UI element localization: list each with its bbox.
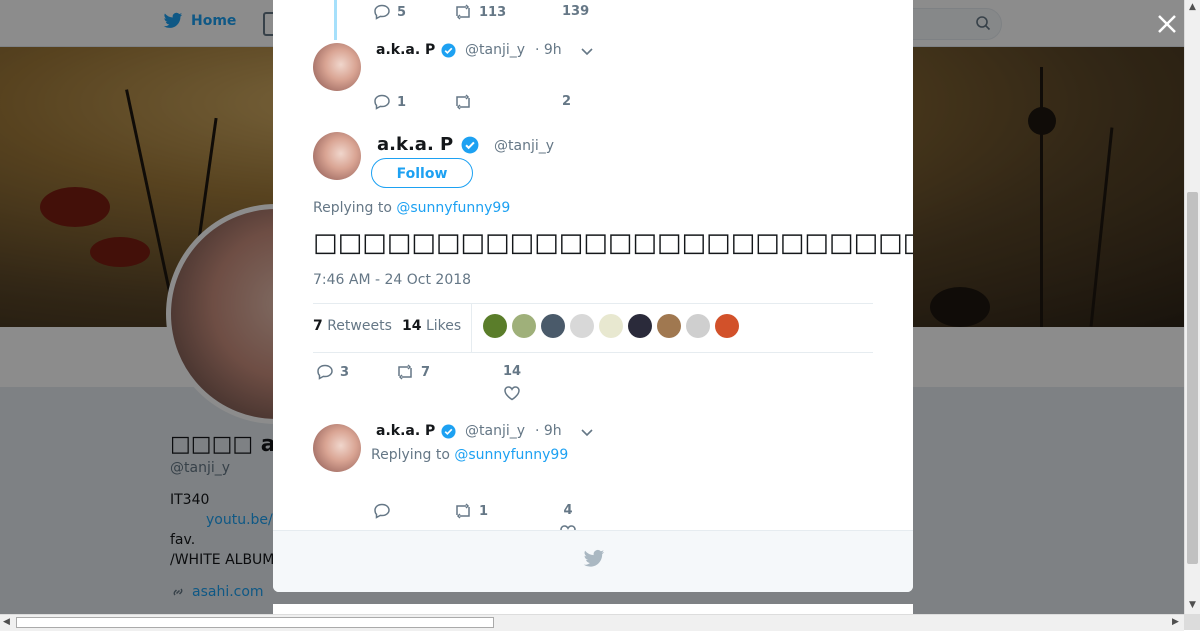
replying-to-link[interactable]: @sunnyfunny99 bbox=[454, 447, 568, 463]
retweet-icon bbox=[456, 4, 470, 20]
replying-prefix: Replying to bbox=[313, 200, 392, 216]
reply-button[interactable]: 1 bbox=[373, 94, 406, 110]
replying-to-link[interactable]: @sunnyfunny99 bbox=[396, 200, 510, 216]
chevron-down-icon[interactable] bbox=[580, 47, 594, 57]
main-author-name[interactable]: a.k.a. P bbox=[377, 134, 479, 155]
tweet-text: □□□□□□□□□□□□□□□□□□□□□□□□□□□□□□□□□□□□□□□□… bbox=[313, 228, 913, 258]
retweet-count: 113 bbox=[479, 4, 507, 20]
reply-icon bbox=[374, 4, 390, 20]
liker-avatar[interactable] bbox=[570, 314, 594, 338]
liker-avatar[interactable] bbox=[686, 314, 710, 338]
retweet-icon bbox=[456, 94, 470, 110]
verified-icon bbox=[441, 42, 456, 58]
reply-count: 3 bbox=[340, 364, 350, 380]
vertical-scrollbar[interactable]: ▲ ▼ bbox=[1184, 0, 1200, 614]
author-name[interactable]: a.k.a. P bbox=[376, 42, 456, 58]
author-name-label: a.k.a. P bbox=[376, 42, 436, 58]
tweet-time[interactable]: · 9h bbox=[535, 423, 562, 439]
likes-stat[interactable]: 14 Likes bbox=[402, 318, 461, 334]
scroll-down-arrow-icon[interactable]: ▼ bbox=[1189, 600, 1196, 610]
retweet-count: 7 bbox=[421, 364, 431, 380]
liker-avatar[interactable] bbox=[541, 314, 565, 338]
author-name[interactable]: a.k.a. P bbox=[376, 423, 456, 439]
horizontal-scrollbar[interactable]: ◀ ▶ bbox=[0, 614, 1184, 631]
tweet-timestamp[interactable]: 7:46 AM - 24 Oct 2018 bbox=[313, 272, 471, 288]
retweet-button[interactable]: 113 bbox=[453, 4, 506, 20]
author-avatar[interactable] bbox=[313, 424, 361, 472]
close-icon[interactable] bbox=[1155, 12, 1179, 36]
follow-button[interactable]: Follow bbox=[371, 158, 473, 188]
reply-button[interactable]: 5 bbox=[373, 4, 406, 20]
author-handle[interactable]: @tanji_y bbox=[465, 42, 525, 58]
like-button[interactable]: 2 bbox=[562, 94, 571, 109]
vertical-scroll-thumb[interactable] bbox=[1187, 192, 1198, 564]
main-author-name-label: a.k.a. P bbox=[377, 134, 454, 155]
tweet-stats: 7 Retweets 14 Likes bbox=[313, 303, 873, 353]
stats-divider bbox=[471, 304, 472, 352]
scroll-right-arrow-icon[interactable]: ▶ bbox=[1172, 617, 1179, 627]
horizontal-scroll-thumb[interactable] bbox=[16, 617, 494, 628]
author-name-label: a.k.a. P bbox=[376, 423, 436, 439]
scroll-left-arrow-icon[interactable]: ◀ bbox=[3, 617, 10, 627]
author-handle[interactable]: @tanji_y bbox=[465, 423, 525, 439]
scrollbar-corner bbox=[1184, 614, 1200, 630]
verified-icon bbox=[441, 423, 456, 439]
like-count: 2 bbox=[562, 94, 572, 109]
twitter-bird-icon bbox=[583, 550, 605, 567]
liker-avatar[interactable] bbox=[657, 314, 681, 338]
retweet-icon bbox=[398, 364, 412, 380]
liker-avatar[interactable] bbox=[512, 314, 536, 338]
retweet-count: 1 bbox=[479, 503, 489, 519]
reply-icon bbox=[317, 364, 333, 380]
retweet-icon bbox=[456, 503, 470, 519]
likes-stat-label: Likes bbox=[425, 318, 462, 334]
retweets-stat[interactable]: 7 Retweets bbox=[313, 318, 392, 334]
liker-avatars bbox=[483, 314, 739, 338]
heart-icon bbox=[504, 386, 520, 401]
chevron-down-icon[interactable] bbox=[580, 428, 594, 438]
reply-icon bbox=[374, 503, 390, 519]
author-avatar[interactable] bbox=[313, 43, 361, 91]
reply-button[interactable]: 3 bbox=[316, 364, 349, 380]
next-modal-edge bbox=[273, 604, 913, 614]
replying-prefix: Replying to bbox=[371, 447, 450, 463]
like-button[interactable]: 139 bbox=[562, 4, 589, 19]
retweets-stat-label: Retweets bbox=[327, 318, 392, 334]
liker-avatar[interactable] bbox=[628, 314, 652, 338]
reply-count: 5 bbox=[397, 4, 407, 20]
reply-count: 1 bbox=[397, 94, 407, 110]
reply-button[interactable] bbox=[373, 503, 397, 519]
like-count: 139 bbox=[562, 4, 590, 19]
replying-to: Replying to @sunnyfunny99 bbox=[371, 447, 568, 463]
like-count: 4 bbox=[563, 503, 573, 518]
replying-to: Replying to @sunnyfunny99 bbox=[313, 200, 510, 216]
retweet-button[interactable]: 1 bbox=[453, 503, 488, 519]
modal-footer bbox=[273, 530, 913, 592]
likes-stat-count: 14 bbox=[402, 318, 422, 334]
reply-icon bbox=[374, 94, 390, 110]
scroll-up-arrow-icon[interactable]: ▲ bbox=[1189, 2, 1196, 12]
verified-icon bbox=[461, 136, 479, 153]
main-author-handle[interactable]: @tanji_y bbox=[494, 138, 554, 154]
tweet-permalink-modal: 5 113 139 a.k.a. P @tanji_y · 9h 1 2 a.k… bbox=[273, 0, 913, 592]
retweet-button[interactable] bbox=[453, 94, 479, 110]
liker-avatar[interactable] bbox=[483, 314, 507, 338]
liker-avatar[interactable] bbox=[599, 314, 623, 338]
like-button[interactable]: 14 bbox=[503, 364, 521, 401]
retweets-stat-count: 7 bbox=[313, 318, 323, 334]
main-author-avatar[interactable] bbox=[313, 132, 361, 180]
tweet-time[interactable]: · 9h bbox=[535, 42, 562, 58]
liker-avatar[interactable] bbox=[715, 314, 739, 338]
retweet-button[interactable]: 7 bbox=[395, 364, 430, 380]
thread-connector bbox=[334, 0, 337, 40]
like-count: 14 bbox=[503, 364, 522, 379]
